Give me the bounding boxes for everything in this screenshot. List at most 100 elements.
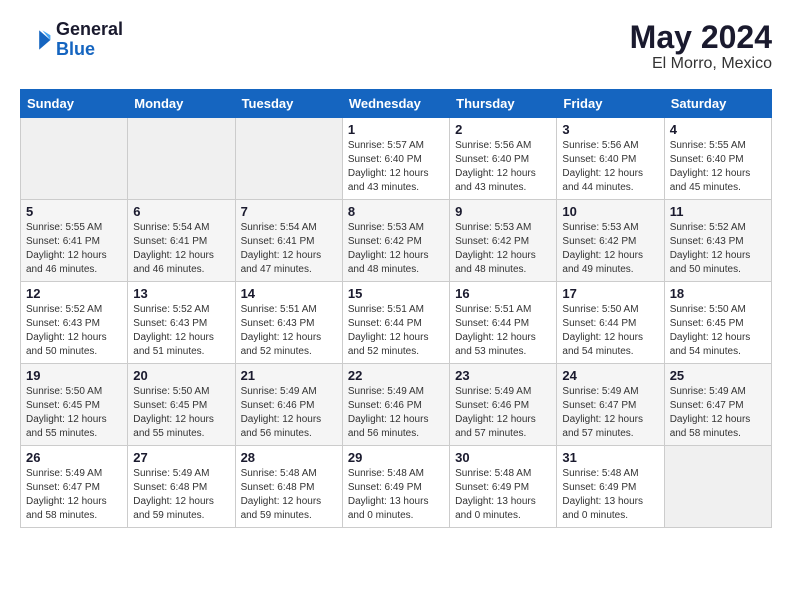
month-title: May 2024 — [630, 20, 772, 55]
day-info: Sunrise: 5:48 AMSunset: 6:48 PMDaylight:… — [241, 467, 337, 523]
calendar-cell: 29 Sunrise: 5:48 AMSunset: 6:49 PMDayligh… — [342, 446, 449, 528]
weekday-header-thursday: Thursday — [450, 90, 557, 118]
day-info: Sunrise: 5:56 AMSunset: 6:40 PMDaylight:… — [455, 139, 551, 195]
day-info: Sunrise: 5:48 AMSunset: 6:49 PMDaylight:… — [455, 467, 551, 523]
day-info: Sunrise: 5:50 AMSunset: 6:45 PMDaylight:… — [670, 303, 766, 359]
weekday-header-friday: Friday — [557, 90, 664, 118]
day-number: 22 — [348, 368, 444, 383]
day-number: 4 — [670, 122, 766, 137]
day-number: 9 — [455, 204, 551, 219]
day-info: Sunrise: 5:54 AMSunset: 6:41 PMDaylight:… — [133, 221, 229, 277]
day-number: 1 — [348, 122, 444, 137]
weekday-header-row: SundayMondayTuesdayWednesdayThursdayFrid… — [21, 90, 772, 118]
day-info: Sunrise: 5:49 AMSunset: 6:47 PMDaylight:… — [670, 385, 766, 441]
day-number: 15 — [348, 286, 444, 301]
calendar-cell: 10Sunrise: 5:53 AMSunset: 6:42 PMDayligh… — [557, 200, 664, 282]
calendar-cell: 12Sunrise: 5:52 AMSunset: 6:43 PMDayligh… — [21, 282, 128, 364]
calendar-cell: 3 Sunrise: 5:56 AMSunset: 6:40 PMDaylight… — [557, 118, 664, 200]
logo: General Blue — [20, 20, 123, 60]
day-info: Sunrise: 5:50 AMSunset: 6:45 PMDaylight:… — [26, 385, 122, 441]
calendar-cell — [664, 446, 771, 528]
calendar-cell: 6 Sunrise: 5:54 AMSunset: 6:41 PMDaylight… — [128, 200, 235, 282]
day-number: 29 — [348, 450, 444, 465]
day-info: Sunrise: 5:49 AMSunset: 6:48 PMDaylight:… — [133, 467, 229, 523]
calendar-cell: 27 Sunrise: 5:49 AMSunset: 6:48 PMDayligh… — [128, 446, 235, 528]
calendar-cell: 1Sunrise: 5:57 AMSunset: 6:40 PMDaylight… — [342, 118, 449, 200]
day-number: 31 — [562, 450, 658, 465]
page-header: General Blue May 2024 El Morro, Mexico — [20, 20, 772, 73]
day-number: 6 — [133, 204, 229, 219]
day-number: 21 — [241, 368, 337, 383]
calendar-cell: 26 Sunrise: 5:49 AMSunset: 6:47 PMDayligh… — [21, 446, 128, 528]
calendar-cell: 20 Sunrise: 5:50 AMSunset: 6:45 PMDayligh… — [128, 364, 235, 446]
location: El Morro, Mexico — [630, 55, 772, 73]
calendar-week-row: 12Sunrise: 5:52 AMSunset: 6:43 PMDayligh… — [21, 282, 772, 364]
day-number: 14 — [241, 286, 337, 301]
calendar-cell: 19 Sunrise: 5:50 AMSunset: 6:45 PMDayligh… — [21, 364, 128, 446]
calendar-cell: 23Sunrise: 5:49 AMSunset: 6:46 PMDayligh… — [450, 364, 557, 446]
day-info: Sunrise: 5:48 AMSunset: 6:49 PMDaylight:… — [348, 467, 444, 523]
calendar-cell: 24 Sunrise: 5:49 AMSunset: 6:47 PMDayligh… — [557, 364, 664, 446]
calendar-week-row: 26 Sunrise: 5:49 AMSunset: 6:47 PMDayligh… — [21, 446, 772, 528]
calendar-cell — [235, 118, 342, 200]
day-info: Sunrise: 5:51 AMSunset: 6:43 PMDaylight:… — [241, 303, 337, 359]
day-number: 3 — [562, 122, 658, 137]
calendar-cell: 17Sunrise: 5:50 AMSunset: 6:44 PMDayligh… — [557, 282, 664, 364]
weekday-header-monday: Monday — [128, 90, 235, 118]
day-number: 17 — [562, 286, 658, 301]
calendar-cell: 7 Sunrise: 5:54 AMSunset: 6:41 PMDaylight… — [235, 200, 342, 282]
calendar-cell: 4Sunrise: 5:55 AMSunset: 6:40 PMDaylight… — [664, 118, 771, 200]
day-info: Sunrise: 5:54 AMSunset: 6:41 PMDaylight:… — [241, 221, 337, 277]
calendar-cell: 28 Sunrise: 5:48 AMSunset: 6:48 PMDayligh… — [235, 446, 342, 528]
title-block: May 2024 El Morro, Mexico — [630, 20, 772, 73]
day-number: 25 — [670, 368, 766, 383]
day-info: Sunrise: 5:50 AMSunset: 6:45 PMDaylight:… — [133, 385, 229, 441]
day-info: Sunrise: 5:55 AMSunset: 6:41 PMDaylight:… — [26, 221, 122, 277]
day-number: 27 — [133, 450, 229, 465]
calendar-cell: 21 Sunrise: 5:49 AMSunset: 6:46 PMDayligh… — [235, 364, 342, 446]
day-info: Sunrise: 5:53 AMSunset: 6:42 PMDaylight:… — [348, 221, 444, 277]
calendar-cell — [128, 118, 235, 200]
day-info: Sunrise: 5:49 AMSunset: 6:46 PMDaylight:… — [241, 385, 337, 441]
calendar-cell: 18 Sunrise: 5:50 AMSunset: 6:45 PMDayligh… — [664, 282, 771, 364]
calendar-cell: 8Sunrise: 5:53 AMSunset: 6:42 PMDaylight… — [342, 200, 449, 282]
day-info: Sunrise: 5:51 AMSunset: 6:44 PMDaylight:… — [455, 303, 551, 359]
day-info: Sunrise: 5:49 AMSunset: 6:47 PMDaylight:… — [562, 385, 658, 441]
calendar-cell: 5 Sunrise: 5:55 AMSunset: 6:41 PMDaylight… — [21, 200, 128, 282]
day-number: 23 — [455, 368, 551, 383]
day-info: Sunrise: 5:52 AMSunset: 6:43 PMDaylight:… — [133, 303, 229, 359]
day-info: Sunrise: 5:52 AMSunset: 6:43 PMDaylight:… — [670, 221, 766, 277]
calendar-cell: 22 Sunrise: 5:49 AMSunset: 6:46 PMDayligh… — [342, 364, 449, 446]
day-number: 30 — [455, 450, 551, 465]
day-info: Sunrise: 5:49 AMSunset: 6:46 PMDaylight:… — [348, 385, 444, 441]
weekday-header-wednesday: Wednesday — [342, 90, 449, 118]
calendar-cell: 31Sunrise: 5:48 AMSunset: 6:49 PMDayligh… — [557, 446, 664, 528]
day-number: 20 — [133, 368, 229, 383]
day-info: Sunrise: 5:53 AMSunset: 6:42 PMDaylight:… — [455, 221, 551, 277]
day-number: 24 — [562, 368, 658, 383]
day-number: 16 — [455, 286, 551, 301]
day-info: Sunrise: 5:52 AMSunset: 6:43 PMDaylight:… — [26, 303, 122, 359]
calendar-week-row: 1Sunrise: 5:57 AMSunset: 6:40 PMDaylight… — [21, 118, 772, 200]
day-number: 28 — [241, 450, 337, 465]
calendar-cell — [21, 118, 128, 200]
weekday-header-tuesday: Tuesday — [235, 90, 342, 118]
calendar-table: SundayMondayTuesdayWednesdayThursdayFrid… — [20, 89, 772, 528]
day-number: 18 — [670, 286, 766, 301]
day-number: 11 — [670, 204, 766, 219]
day-number: 5 — [26, 204, 122, 219]
calendar-cell: 2Sunrise: 5:56 AMSunset: 6:40 PMDaylight… — [450, 118, 557, 200]
day-info: Sunrise: 5:56 AMSunset: 6:40 PMDaylight:… — [562, 139, 658, 195]
calendar-cell: 16 Sunrise: 5:51 AMSunset: 6:44 PMDayligh… — [450, 282, 557, 364]
logo-general-text: General — [56, 20, 123, 40]
calendar-cell: 15Sunrise: 5:51 AMSunset: 6:44 PMDayligh… — [342, 282, 449, 364]
weekday-header-sunday: Sunday — [21, 90, 128, 118]
logo-blue-text: Blue — [56, 40, 123, 60]
day-info: Sunrise: 5:49 AMSunset: 6:47 PMDaylight:… — [26, 467, 122, 523]
day-number: 19 — [26, 368, 122, 383]
day-number: 7 — [241, 204, 337, 219]
weekday-header-saturday: Saturday — [664, 90, 771, 118]
logo-icon — [20, 24, 52, 56]
day-info: Sunrise: 5:53 AMSunset: 6:42 PMDaylight:… — [562, 221, 658, 277]
day-number: 26 — [26, 450, 122, 465]
